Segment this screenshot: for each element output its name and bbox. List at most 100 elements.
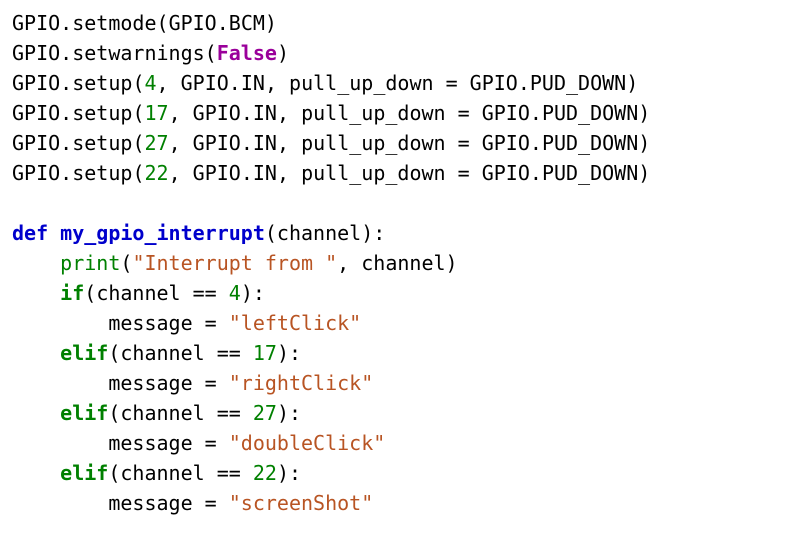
identifier: GPIO	[181, 71, 229, 95]
code-line: message = "leftClick"	[12, 311, 361, 335]
punct: .	[60, 11, 72, 35]
code-line: elif(channel == 22):	[12, 461, 301, 485]
number: 22	[144, 161, 168, 185]
identifier: GPIO	[470, 101, 530, 125]
code-line: if(channel == 4):	[12, 281, 265, 305]
punct: )	[638, 161, 650, 185]
punct: (	[132, 161, 144, 185]
identifier: message	[108, 311, 204, 335]
punct: (	[132, 131, 144, 155]
punct: (	[157, 11, 169, 35]
number: 27	[144, 131, 168, 155]
punct: .	[530, 101, 542, 125]
code-line: elif(channel == 27):	[12, 401, 301, 425]
keyword-elif: elif	[60, 341, 108, 365]
operator: =	[205, 311, 217, 335]
punct: .	[241, 101, 253, 125]
code-line: message = "rightClick"	[12, 371, 373, 395]
string: "doubleClick"	[229, 431, 386, 455]
number: 27	[253, 401, 277, 425]
punct: ):	[241, 281, 265, 305]
number: 4	[229, 281, 241, 305]
space	[217, 311, 229, 335]
code-line: GPIO.setup(4, GPIO.IN, pull_up_down = GP…	[12, 71, 638, 95]
identifier: message	[108, 491, 204, 515]
punct: .	[60, 41, 72, 65]
code-line: message = "screenShot"	[12, 491, 373, 515]
code-line: GPIO.setwarnings(False)	[12, 41, 289, 65]
identifier: setmode	[72, 11, 156, 35]
identifier: GPIO	[470, 161, 530, 185]
operator: ==	[217, 461, 241, 485]
indent	[12, 341, 60, 365]
identifier: channel	[96, 281, 192, 305]
operator: =	[205, 491, 217, 515]
code-line: GPIO.setup(17, GPIO.IN, pull_up_down = G…	[12, 101, 650, 125]
identifier: setwarnings	[72, 41, 204, 65]
number: 22	[253, 461, 277, 485]
identifier: GPIO	[470, 131, 530, 155]
indent	[12, 281, 60, 305]
punct: .	[60, 131, 72, 155]
keyword-elif: elif	[60, 461, 108, 485]
space	[217, 491, 229, 515]
identifier: pull_up_down	[301, 131, 458, 155]
identifier: channel	[120, 401, 216, 425]
identifier: GPIO	[193, 101, 241, 125]
space	[48, 221, 60, 245]
punct: )	[638, 131, 650, 155]
identifier: GPIO	[12, 101, 60, 125]
punct: (	[132, 71, 144, 95]
identifier: PUD_DOWN	[542, 131, 638, 155]
keyword-if: if	[60, 281, 84, 305]
code-line: elif(channel == 17):	[12, 341, 301, 365]
punct: ,	[277, 131, 301, 155]
operator: ==	[193, 281, 217, 305]
identifier: GPIO	[12, 161, 60, 185]
identifier: message	[108, 371, 204, 395]
punct: .	[217, 11, 229, 35]
number: 17	[253, 341, 277, 365]
punct: .	[530, 131, 542, 155]
identifier: GPIO	[193, 161, 241, 185]
code-line: message = "doubleClick"	[12, 431, 385, 455]
punct: ,	[277, 101, 301, 125]
punct: ,	[277, 161, 301, 185]
indent	[12, 431, 108, 455]
space	[217, 371, 229, 395]
string: "leftClick"	[229, 311, 361, 335]
identifier: GPIO	[12, 11, 60, 35]
indent	[12, 461, 60, 485]
space	[217, 281, 229, 305]
punct: ,	[157, 71, 181, 95]
punct: (	[108, 401, 120, 425]
identifier: pull_up_down	[301, 101, 458, 125]
indent	[12, 311, 108, 335]
punct: .	[530, 161, 542, 185]
punct: ,	[337, 251, 361, 275]
punct: ):	[277, 341, 301, 365]
param: channel	[277, 221, 361, 245]
identifier: PUD_DOWN	[542, 101, 638, 125]
punct: )	[626, 71, 638, 95]
operator: =	[205, 371, 217, 395]
identifier: channel	[120, 461, 216, 485]
code-line: print("Interrupt from ", channel)	[12, 251, 458, 275]
string: "rightClick"	[229, 371, 374, 395]
identifier: GPIO	[169, 11, 217, 35]
identifier: IN	[253, 101, 277, 125]
punct: ,	[169, 101, 193, 125]
identifier: BCM	[229, 11, 265, 35]
identifier: IN	[253, 161, 277, 185]
code-line: def my_gpio_interrupt(channel):	[12, 221, 385, 245]
identifier: channel	[361, 251, 445, 275]
identifier: PUD_DOWN	[530, 71, 626, 95]
number: 17	[144, 101, 168, 125]
identifier: message	[108, 431, 204, 455]
punct: )	[638, 101, 650, 125]
punct: (	[205, 41, 217, 65]
indent	[12, 491, 108, 515]
identifier: GPIO	[12, 131, 60, 155]
punct: (	[84, 281, 96, 305]
boolean: False	[217, 41, 277, 65]
